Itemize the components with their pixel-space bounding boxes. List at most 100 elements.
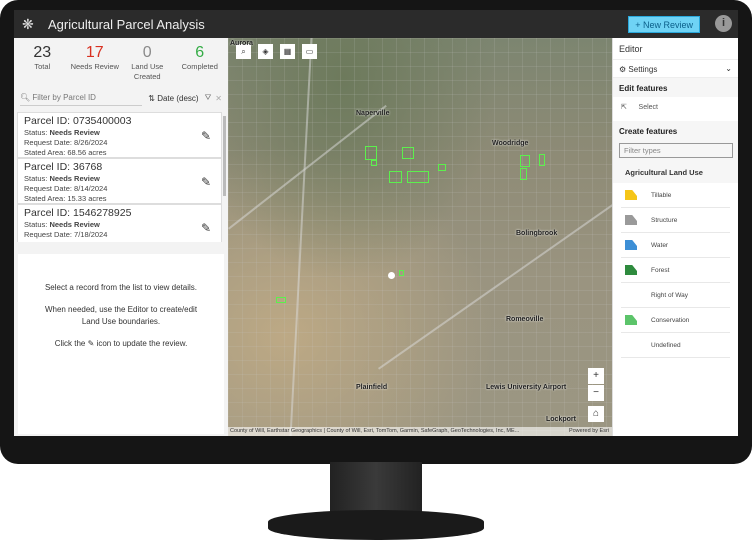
record-card[interactable]: Parcel ID: 1546278925 Status: Needs Revie… xyxy=(17,204,222,242)
details-panel: Select a record from the list to view de… xyxy=(18,254,224,434)
stat-label: Land Use Created xyxy=(131,62,164,81)
parcel-id: Parcel ID: 1546278925 xyxy=(24,207,132,219)
feature-type-label: Tillable xyxy=(651,191,672,199)
record-status: Status: Needs Review xyxy=(24,174,215,184)
monitor-base xyxy=(268,510,484,540)
status-value: Needs Review xyxy=(49,220,100,229)
feature-type-label: Right of Way xyxy=(651,291,688,299)
city-label: Lewis University Airport xyxy=(486,384,567,391)
polygon-swatch-icon xyxy=(625,215,637,225)
feature-type-tillable[interactable]: Tillable xyxy=(621,183,730,208)
map-view[interactable]: ⌕ ◈ ▦ ▭ + − ⌂ County of Will, Earthstar … xyxy=(228,38,612,436)
edit-review-icon[interactable]: ✎ xyxy=(201,175,211,189)
feature-type-right-of-way[interactable]: Right of Way xyxy=(621,283,730,308)
city-label: Bolingbrook xyxy=(516,230,558,237)
feature-type-label: Forest xyxy=(651,266,670,274)
feature-type-label: Structure xyxy=(651,216,678,224)
clear-filter-icon[interactable]: ✕ xyxy=(215,94,222,103)
edit-review-icon[interactable]: ✎ xyxy=(201,129,211,143)
attribution-text: County of Will, Earthstar Geographics | … xyxy=(230,428,520,434)
polygon-swatch-icon xyxy=(625,290,637,300)
new-review-button[interactable]: + New Review xyxy=(628,16,700,33)
feature-type-structure[interactable]: Structure xyxy=(621,208,730,233)
stat-value: 23 xyxy=(33,44,52,61)
city-label: Naperville xyxy=(356,110,390,117)
app-title: Agricultural Parcel Analysis xyxy=(48,16,205,32)
basemap-gallery-icon[interactable]: ▦ xyxy=(280,44,295,59)
stat-value: 17 xyxy=(85,44,104,61)
record-card[interactable]: Parcel ID: 0735400003 Status: Needs Revie… xyxy=(17,112,222,158)
record-list: Parcel ID: 0735400003 Status: Needs Revie… xyxy=(17,112,222,242)
zoom-in-button[interactable]: + xyxy=(588,368,604,384)
filter-placeholder: Filter by Parcel ID xyxy=(32,93,96,102)
filter-icon[interactable]: ⛛ xyxy=(205,93,212,103)
city-label: Aurora xyxy=(230,40,253,47)
edit-review-icon: ✎ xyxy=(87,339,95,348)
info-icon[interactable]: i xyxy=(715,15,732,32)
record-status: Status: Needs Review xyxy=(24,128,215,138)
stat-value: 6 xyxy=(195,44,205,61)
settings-toggle[interactable]: ⚙ Settings ⌄ xyxy=(613,60,738,78)
feature-type-undefined[interactable]: Undefined xyxy=(621,333,730,358)
legend-icon[interactable]: ▭ xyxy=(302,44,317,59)
city-label: Woodridge xyxy=(492,140,529,147)
stated-area: Stated Area: 68.56 acres xyxy=(24,148,107,157)
layer-group-label: Agricultural Land Use xyxy=(625,168,703,177)
feature-type-label: Undefined xyxy=(651,341,681,349)
stats-bar: 23 Total 17 Needs Review 0 Land Use Created 6 C… xyxy=(14,38,228,82)
polygon-swatch-icon xyxy=(625,315,637,325)
details-hint-3: Click the ✎ icon to update the review. xyxy=(18,338,224,350)
map-attribution: County of Will, Earthstar Geographics | … xyxy=(228,427,612,436)
city-label: Lockport xyxy=(546,416,576,423)
settings-label: Settings xyxy=(628,65,658,74)
polygon-swatch-icon xyxy=(625,240,637,250)
select-tool[interactable]: ⇱ Select xyxy=(613,97,738,121)
stat-label: Total xyxy=(34,62,51,71)
details-hint-2: When needed, use the Editor to create/ed… xyxy=(44,305,198,326)
request-date: Request Date: 8/14/2024 xyxy=(24,184,108,193)
record-status: Status: Needs Review xyxy=(24,220,215,230)
records-panel: 23 Total 17 Needs Review 0 Land Use Created 6 C… xyxy=(14,38,228,436)
app-header: ❋ Agricultural Parcel Analysis + New Rev… xyxy=(14,10,738,38)
request-date: Request Date: 8/26/2024 xyxy=(24,138,108,147)
stat-value: 0 xyxy=(142,44,152,61)
hint-text: icon to update the review. xyxy=(96,339,188,348)
feature-type-water[interactable]: Water xyxy=(621,233,730,258)
chevron-down-icon: ⌄ xyxy=(725,64,732,73)
zoom-out-button[interactable]: − xyxy=(588,385,604,401)
layers-icon[interactable]: ◈ xyxy=(258,44,273,59)
polygon-swatch-icon xyxy=(625,190,637,200)
list-scrollbar[interactable] xyxy=(223,116,226,196)
status-value: Needs Review xyxy=(49,128,100,137)
sort-label: Date (desc) xyxy=(157,93,199,103)
parcel-id: Parcel ID: 36768 xyxy=(24,161,103,173)
record-card[interactable]: Parcel ID: 36768 Status: Needs Review Requ… xyxy=(17,158,222,204)
app-logo-icon: ❋ xyxy=(22,16,34,32)
stat-land-use-created: 0 Land Use Created xyxy=(121,44,173,82)
feature-type-conservation[interactable]: Conservation xyxy=(621,308,730,333)
feature-type-label: Water xyxy=(651,241,669,249)
hint-text: Click the xyxy=(54,339,86,348)
home-icon[interactable]: ⌂ xyxy=(588,406,604,422)
parcel-filter-input[interactable]: 🔍︎ Filter by Parcel ID xyxy=(20,90,143,106)
status-value: Needs Review xyxy=(49,174,100,183)
editor-title: Editor xyxy=(613,38,738,60)
feature-type-label: Conservation xyxy=(651,316,690,324)
status-label: Status: xyxy=(24,174,50,183)
stat-completed: 6 Completed xyxy=(174,44,226,82)
edit-review-icon[interactable]: ✎ xyxy=(201,221,211,235)
edit-features-heading: Edit features xyxy=(613,78,738,97)
polygon-swatch-icon xyxy=(625,340,637,350)
sort-button[interactable]: ⇅ Date (desc) xyxy=(148,94,198,103)
select-label: Select xyxy=(638,104,659,111)
city-label: Romeoville xyxy=(506,316,544,323)
polygon-swatch-icon xyxy=(625,265,637,275)
editor-panel: Editor ⚙ Settings ⌄ Edit features ⇱ Selec… xyxy=(612,38,738,436)
cursor-icon: ⇱ xyxy=(621,104,627,111)
filter-types-input[interactable]: Filter types xyxy=(619,143,733,158)
stat-needs-review: 17 Needs Review xyxy=(69,44,121,82)
feature-type-forest[interactable]: Forest xyxy=(621,258,730,283)
status-label: Status: xyxy=(24,128,50,137)
create-features-heading: Create features xyxy=(613,121,738,140)
status-label: Status: xyxy=(24,220,50,229)
